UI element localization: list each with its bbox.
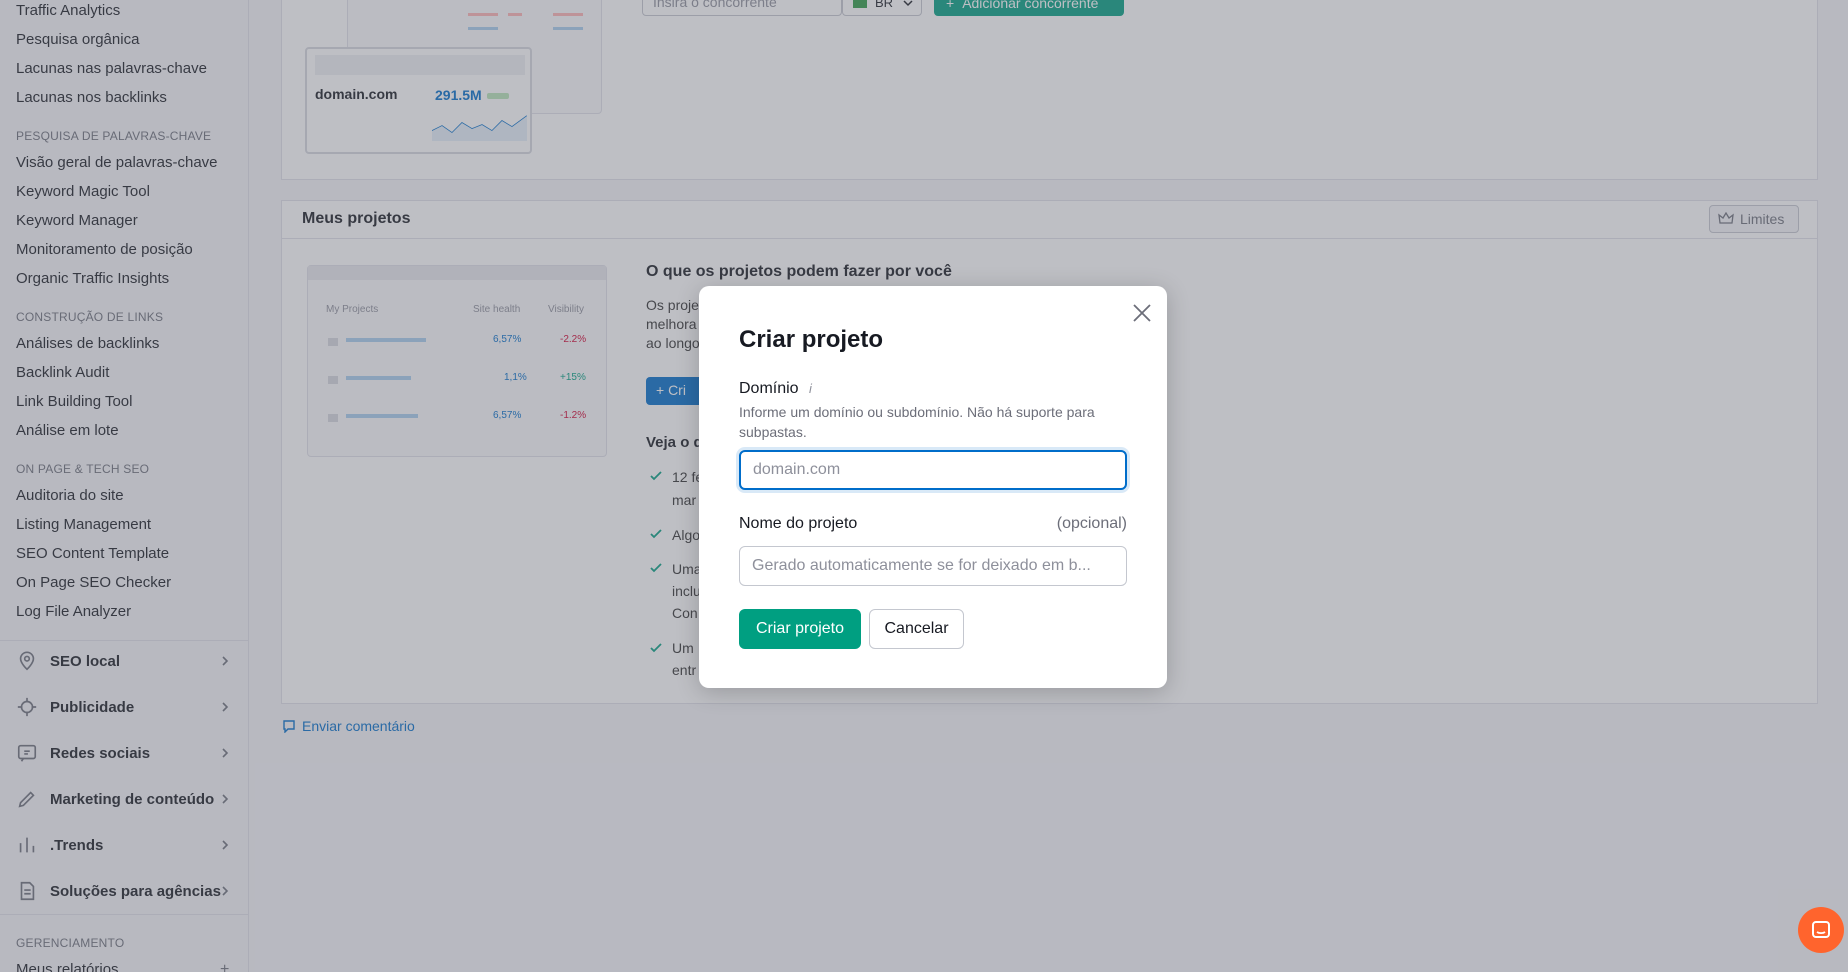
create-project-modal: Criar projeto Domínio i Informe um domín…: [699, 286, 1167, 688]
domain-label-text: Domínio: [739, 380, 799, 397]
info-icon[interactable]: i: [809, 381, 812, 396]
close-icon[interactable]: [1128, 299, 1156, 327]
modal-title: Criar projeto: [739, 326, 884, 353]
domain-label: Domínio i: [739, 380, 812, 398]
domain-input[interactable]: [739, 450, 1127, 490]
cancel-button[interactable]: Cancelar: [869, 609, 964, 649]
create-project-button[interactable]: Criar projeto: [739, 609, 861, 649]
project-name-input[interactable]: [739, 546, 1127, 586]
domain-hint: Informe um domínio ou subdomínio. Não há…: [739, 404, 1095, 440]
chat-icon: [1812, 921, 1830, 938]
project-name-label: Nome do projeto: [739, 515, 858, 532]
optional-label: (opcional): [1056, 515, 1127, 532]
chat-launcher-button[interactable]: [1798, 907, 1844, 953]
